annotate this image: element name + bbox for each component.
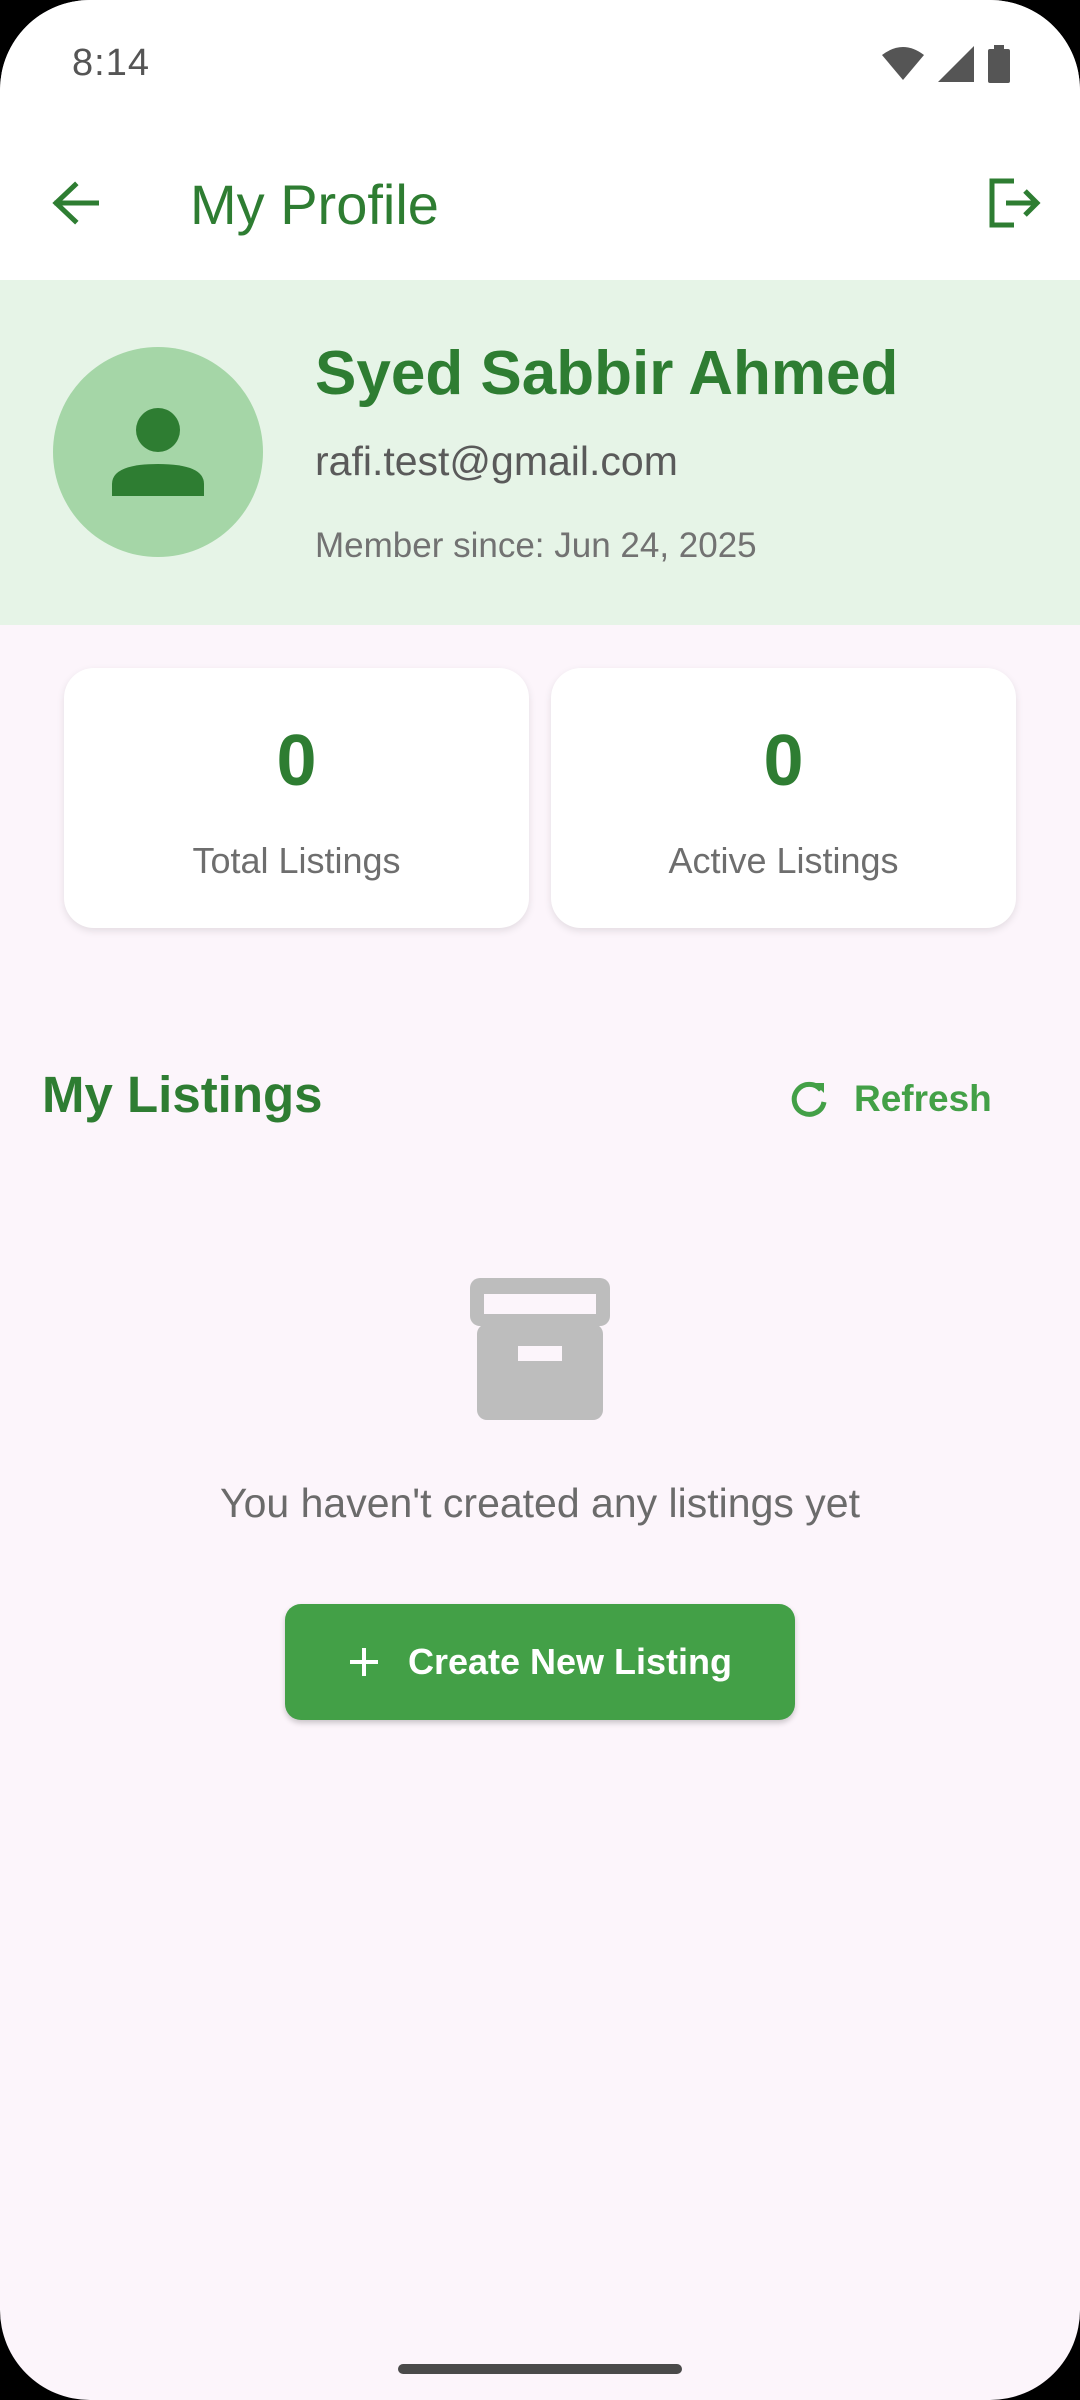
back-button[interactable] <box>42 170 108 236</box>
logout-button[interactable] <box>980 168 1050 238</box>
active-listings-value: 0 <box>763 721 804 801</box>
profile-header: Syed Sabbir Ahmed rafi.test@gmail.com Me… <box>0 280 1080 625</box>
profile-screen: 8:14 My Profile Syed Sabbir Ahmed rafi.t… <box>0 0 1080 2400</box>
plus-icon <box>349 1648 378 1676</box>
person-icon <box>112 408 204 496</box>
logout-icon <box>989 178 1041 228</box>
page-title: My Profile <box>190 173 439 236</box>
app-bar: My Profile <box>0 130 1080 280</box>
refresh-icon <box>791 1081 827 1117</box>
status-icons <box>882 44 1010 84</box>
archive-icon <box>470 1278 610 1420</box>
create-new-listing-button[interactable]: Create New Listing <box>285 1604 795 1720</box>
avatar <box>53 347 263 557</box>
my-listings-title: My Listings <box>42 1066 323 1123</box>
empty-state-text: You haven't created any listings yet <box>220 1480 860 1526</box>
user-name: Syed Sabbir Ahmed <box>315 339 899 408</box>
create-new-listing-label: Create New Listing <box>407 1641 733 1682</box>
user-email: rafi.test@gmail.com <box>315 438 678 484</box>
active-listings-label: Active Listings <box>668 840 899 881</box>
refresh-button[interactable]: Refresh <box>790 1070 992 1128</box>
arrow-left-icon <box>52 181 99 225</box>
total-listings-card: 0 Total Listings <box>64 668 529 928</box>
refresh-label: Refresh <box>854 1078 992 1119</box>
home-indicator[interactable] <box>398 2364 682 2374</box>
battery-icon <box>988 45 1010 83</box>
status-time: 8:14 <box>72 42 150 84</box>
active-listings-card: 0 Active Listings <box>551 668 1016 928</box>
total-listings-label: Total Listings <box>192 840 401 881</box>
total-listings-value: 0 <box>276 721 317 801</box>
status-bar: 8:14 <box>0 0 1080 130</box>
signal-icon <box>938 46 974 82</box>
wifi-icon <box>882 47 924 80</box>
member-since: Member since: Jun 24, 2025 <box>315 526 757 565</box>
